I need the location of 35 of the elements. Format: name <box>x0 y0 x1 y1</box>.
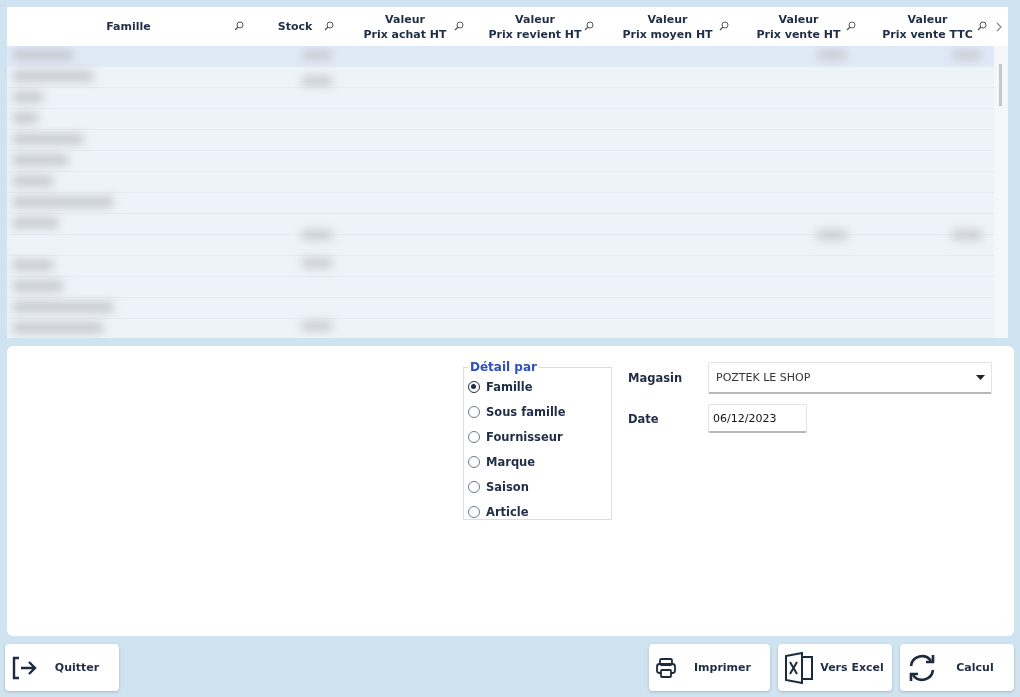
refresh-button[interactable]: Calcul <box>900 644 1014 691</box>
chevron-right-icon[interactable] <box>995 21 1003 32</box>
search-icon[interactable] <box>584 21 594 31</box>
scrollbar[interactable] <box>994 46 1008 338</box>
radio-option[interactable]: Famille <box>468 374 533 399</box>
search-icon[interactable] <box>454 21 464 31</box>
print-button[interactable]: Imprimer <box>649 644 770 691</box>
spreadsheet-icon <box>784 651 814 684</box>
excel-button[interactable]: Vers Excel <box>778 644 892 691</box>
radio-option[interactable]: Saison <box>468 474 529 499</box>
column-header[interactable]: Valeur Prix achat HT <box>363 11 447 42</box>
exit-icon <box>11 655 37 680</box>
column-header[interactable]: Valeur Prix vente TTC <box>882 11 973 42</box>
column-header[interactable]: Valeur Prix revient HT <box>488 11 582 42</box>
column-header[interactable]: Famille <box>106 19 151 34</box>
radio-option[interactable]: Article <box>468 499 529 524</box>
search-icon[interactable] <box>719 21 729 31</box>
quit-button[interactable]: Quitter <box>5 644 119 691</box>
search-icon[interactable] <box>846 21 856 31</box>
field-label: Magasin <box>628 371 684 385</box>
printer-icon <box>655 656 677 679</box>
radio-option[interactable]: Fournisseur <box>468 424 563 449</box>
column-header[interactable]: Valeur Prix vente HT <box>756 11 841 42</box>
date-field[interactable]: 06/12/2023 <box>708 404 807 433</box>
radio-option[interactable]: Marque <box>468 449 536 474</box>
column-header[interactable]: Valeur Prix moyen HT <box>622 11 713 42</box>
caret-icon <box>976 375 985 380</box>
store-dropdown[interactable]: POZTEK LE SHOP <box>708 362 992 394</box>
column-header[interactable]: Stock <box>277 19 313 34</box>
radio-option[interactable]: Sous famille <box>468 399 566 424</box>
search-icon[interactable] <box>234 21 244 31</box>
search-icon[interactable] <box>977 21 987 31</box>
search-icon[interactable] <box>324 21 334 31</box>
group-title: Détail par <box>469 360 538 374</box>
field-label: Date <box>628 411 660 426</box>
